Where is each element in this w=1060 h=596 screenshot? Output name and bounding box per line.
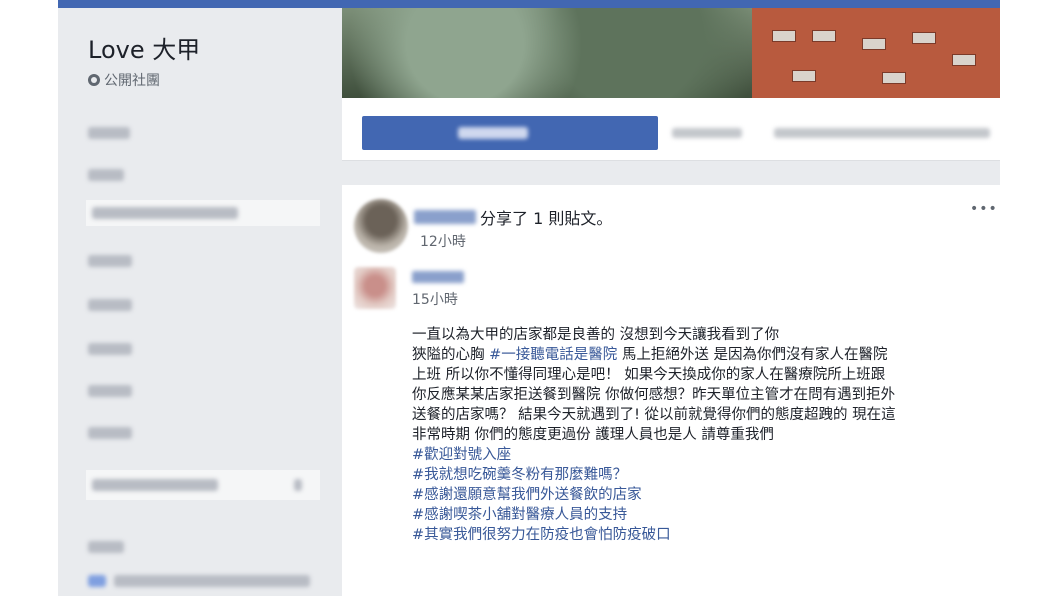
group-tab[interactable] bbox=[672, 128, 742, 138]
sidebar-nav-item[interactable] bbox=[88, 248, 328, 274]
share-action-text: 分享了 1 則貼文。 bbox=[480, 209, 613, 228]
post-body-line: 一直以為大甲的店家都是良善的 沒想到今天讓我看到了你 bbox=[412, 325, 1002, 345]
sidebar-nav-item[interactable] bbox=[88, 378, 328, 404]
feed-post: 分享了 1 則貼文。 12小時 ••• 15小時 一直以為大甲的店家都是良善的 … bbox=[342, 185, 1000, 596]
post-body-text-span: 狹隘的心胸 bbox=[412, 347, 490, 363]
post-body-text-span: 一直以為大甲的店家都是良善的 沒想到今天讓我看到了你 bbox=[412, 327, 780, 343]
group-name[interactable]: Love 大甲 bbox=[88, 30, 200, 65]
post-body-text-span: 你反應某某店家拒送餐到醫院 你做何感想？昨天單位主管才在問有遇到拒外 bbox=[412, 387, 896, 403]
sidebar-nav-item[interactable] bbox=[88, 534, 328, 560]
sharer-avatar[interactable] bbox=[354, 199, 408, 253]
post-body-line: 上班 所以你不懂得同理心是吧！ 如果今天換成你的家人在醫療院所上班跟 bbox=[412, 365, 1002, 385]
top-navigation-bar bbox=[58, 0, 1000, 8]
post-body-text-span: 上班 所以你不懂得同理心是吧！ 如果今天換成你的家人在醫療院所上班跟 bbox=[412, 367, 886, 383]
hashtag-link[interactable]: #我就想吃碗羹冬粉有那麼難嗎？ bbox=[412, 467, 627, 483]
post-body-text-span: 馬上拒絕外送 是因為你們沒有家人在醫院 bbox=[617, 347, 888, 363]
author-name[interactable] bbox=[412, 271, 464, 283]
sidebar-nav-item[interactable] bbox=[88, 568, 328, 594]
share-timestamp[interactable]: 12小時 bbox=[420, 231, 466, 251]
hashtag-link[interactable]: #歡迎對號入座 bbox=[412, 447, 511, 463]
post-body-line: 你反應某某店家拒送餐到醫院 你做何感想？昨天單位主管才在問有遇到拒外 bbox=[412, 385, 1002, 405]
post-body-text-span: 送餐的店家嗎？ 結果今天就遇到了! 從以前就覺得你們的態度超跩的 現在這 bbox=[412, 407, 896, 423]
group-privacy: 公開社團 bbox=[88, 70, 160, 90]
group-privacy-label: 公開社團 bbox=[104, 73, 160, 89]
group-tab[interactable] bbox=[774, 128, 990, 138]
post-body-line: 非常時期 你們的態度更過份 護理人員也是人 請尊重我們 bbox=[412, 425, 1002, 445]
hashtag-link[interactable]: #感謝喫茶小舖對醫療人員的支持 bbox=[412, 507, 627, 523]
post-body-line: #感謝還願意幫我們外送餐飲的店家 bbox=[412, 485, 1002, 505]
hashtag-link[interactable]: #其實我們很努力在防疫也會怕防疫破口 bbox=[412, 527, 671, 543]
group-action-bar bbox=[342, 98, 1000, 161]
more-options-icon[interactable]: ••• bbox=[970, 201, 998, 217]
post-body-line: #我就想吃碗羹冬粉有那麼難嗎？ bbox=[412, 465, 1002, 485]
share-header: 分享了 1 則貼文。 bbox=[414, 205, 612, 229]
sidebar-nav-item[interactable] bbox=[88, 292, 328, 318]
post-body-line: #歡迎對號入座 bbox=[412, 445, 1002, 465]
post-body-text: 一直以為大甲的店家都是良善的 沒想到今天讓我看到了你 狹隘的心胸 #一接聽電話是醫… bbox=[412, 325, 1002, 545]
post-body-line: 送餐的店家嗎？ 結果今天就遇到了! 從以前就覺得你們的態度超跩的 現在這 bbox=[412, 405, 1002, 425]
hashtag-link[interactable]: #感謝還願意幫我們外送餐飲的店家 bbox=[412, 487, 642, 503]
join-group-button[interactable] bbox=[362, 116, 658, 150]
feed-separator bbox=[342, 161, 1000, 185]
post-body-line: #感謝喫茶小舖對醫療人員的支持 bbox=[412, 505, 1002, 525]
group-cover-photo bbox=[342, 8, 1000, 98]
hashtag-link[interactable]: #一接聽電話是醫院 bbox=[489, 347, 617, 363]
sidebar-search-field[interactable] bbox=[86, 470, 320, 500]
sidebar-nav-item[interactable] bbox=[88, 336, 328, 362]
post-body-line: 狹隘的心胸 #一接聽電話是醫院 馬上拒絕外送 是因為你們沒有家人在醫院 bbox=[412, 345, 1002, 365]
post-body-line: #其實我們很努力在防疫也會怕防疫破口 bbox=[412, 525, 1002, 545]
author-avatar[interactable] bbox=[354, 267, 396, 309]
sidebar-nav-item-active[interactable] bbox=[86, 200, 320, 226]
post-timestamp[interactable]: 15小時 bbox=[412, 289, 458, 309]
sidebar-nav-item[interactable] bbox=[88, 420, 328, 446]
sharer-name[interactable] bbox=[414, 210, 476, 224]
group-sidebar: Love 大甲 公開社團 bbox=[58, 8, 342, 596]
sidebar-nav-item[interactable] bbox=[88, 162, 328, 188]
sidebar-nav-item[interactable] bbox=[88, 120, 328, 146]
globe-icon bbox=[88, 74, 100, 86]
post-body-text-span: 非常時期 你們的態度更過份 護理人員也是人 請尊重我們 bbox=[412, 427, 774, 443]
